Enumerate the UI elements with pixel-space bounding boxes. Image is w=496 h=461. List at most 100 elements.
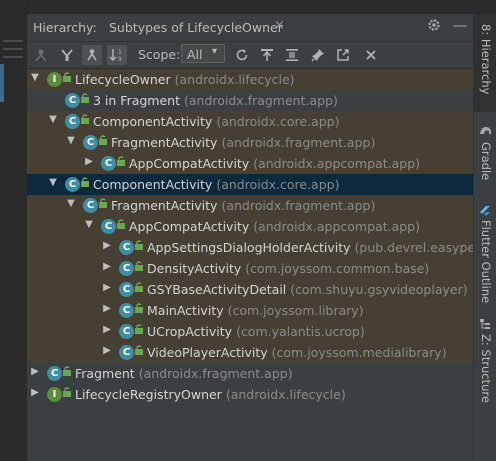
tab-structure[interactable]: Z: Structure [474, 314, 496, 414]
chevron-down-icon: ▾ [212, 46, 218, 57]
tree-row[interactable]: ▶ C DensityActivity (com.joyssom.common.ba… [27, 258, 473, 279]
package-name: (androidx.fragment.app) [183, 93, 338, 108]
class-name: ComponentActivity [93, 177, 213, 192]
tree-row[interactable]: ▼ C FragmentActivity (androidx.fragment.ap… [27, 132, 473, 153]
expand-arrow-icon[interactable]: ▼ [48, 177, 58, 188]
tab-flutter-label: Flutter Outline [479, 220, 493, 304]
gradle-icon [479, 124, 492, 138]
gutter-mark [3, 56, 23, 58]
minimize-icon[interactable]: — [453, 18, 467, 34]
tree-row[interactable]: ▼ C ComponentActivity (androidx.core.app) [27, 111, 473, 132]
collapse-arrow-icon[interactable]: ▶ [102, 282, 112, 293]
open-in-window-icon[interactable] [333, 45, 353, 65]
tab-gradle-label: Gradle [479, 142, 493, 181]
tree-row[interactable]: ▶ C AppSettingsDialogHolderActivity (pub.d… [27, 237, 496, 258]
public-lock-icon [135, 261, 143, 274]
tree-row[interactable]: ▼ C ComponentActivity (androidx.core.app) [27, 174, 473, 195]
tree-row[interactable]: ▶ C Fragment (androidx.fragment.app) [27, 363, 473, 384]
tree-row[interactable]: ▼ I LifecycleOwner (androidx.lifecycle) [27, 69, 473, 90]
class-icon: C [83, 135, 98, 150]
collapse-arrow-icon[interactable]: ▶ [30, 366, 40, 377]
package-name: (androidx.lifecycle) [174, 72, 295, 87]
gear-icon[interactable] [427, 18, 441, 36]
expand-arrow-icon[interactable]: ▼ [66, 198, 76, 209]
package-name: (androidx.fragment.app) [221, 198, 376, 213]
public-lock-icon [135, 240, 143, 253]
hierarchy-toolbar: 19 Scope: All ▾ [27, 42, 473, 69]
public-lock-icon [63, 72, 71, 85]
tab-close-icon[interactable]: × [274, 18, 285, 33]
class-name: ComponentActivity [93, 114, 213, 129]
tree-row[interactable]: ▼ C AppCompatActivity (androidx.appcompat.… [27, 216, 473, 237]
class-name: AppSettingsDialogHolderActivity [147, 240, 351, 255]
public-lock-icon [63, 366, 71, 379]
public-lock-icon [135, 345, 143, 358]
tree-item-label: AppCompatActivity (androidx.appcompat.ap… [129, 156, 420, 171]
tab-gradle[interactable]: Gradle [474, 122, 496, 200]
public-lock-icon [135, 303, 143, 316]
class-name: AppCompatActivity [129, 156, 250, 171]
tab-hierarchy-label: 8: Hierarchy [479, 24, 493, 95]
expand-all-icon[interactable] [257, 45, 277, 65]
tree-row[interactable]: ▶ C UCropActivity (com.yalantis.ucrop) [27, 321, 473, 342]
expand-arrow-icon[interactable]: ▼ [30, 72, 40, 83]
package-name: (androidx.appcompat.app) [253, 156, 420, 171]
public-lock-icon [135, 282, 143, 295]
close-icon[interactable] [361, 45, 381, 65]
interface-icon: I [47, 387, 62, 402]
tree-row[interactable]: ▶ C VideoPlayerActivity (com.joyssom.media… [27, 342, 473, 363]
class-icon: C [119, 303, 134, 318]
expand-arrow-icon[interactable]: ▼ [48, 114, 58, 125]
tree-item-label: 3 in Fragment (androidx.fragment.app) [93, 93, 338, 108]
class-icon: C [65, 93, 80, 108]
class-name: Fragment [75, 366, 135, 381]
class-icon: C [101, 156, 116, 171]
collapse-arrow-icon[interactable]: ▶ [30, 387, 40, 398]
expand-arrow-icon[interactable]: ▼ [66, 135, 76, 146]
public-lock-icon [81, 93, 89, 106]
tree-item-label: DensityActivity (com.joyssom.common.base… [147, 261, 429, 276]
tree-row[interactable]: ▶ C GSYBaseActivityDetail (com.shuyu.gsyvi… [27, 279, 473, 300]
class-icon: C [101, 219, 116, 234]
collapse-arrow-icon[interactable]: ▶ [102, 345, 112, 356]
supertypes-icon[interactable] [31, 45, 51, 65]
collapse-arrow-icon[interactable]: ▶ [102, 261, 112, 272]
svg-text:1: 1 [118, 49, 122, 56]
tree-row[interactable]: ▶ C MainActivity (com.joyssom.library) [27, 300, 473, 321]
public-lock-icon [63, 387, 71, 400]
tree-item-label: FragmentActivity (androidx.fragment.app) [111, 135, 375, 150]
tree-row[interactable]: ▼ C FragmentActivity (androidx.fragment.ap… [27, 195, 473, 216]
tree-item-label: AppCompatActivity (androidx.appcompat.ap… [129, 219, 420, 234]
tree-item-label: VideoPlayerActivity (com.joyssom.mediali… [147, 345, 447, 360]
class-name: MainActivity [147, 303, 224, 318]
tree-row[interactable]: ▶ I LifecycleRegistryOwner (androidx.lifec… [27, 384, 473, 405]
sort-alphabetically-icon[interactable]: 19 [107, 45, 127, 65]
class-hierarchy-icon[interactable] [82, 45, 102, 65]
tab-subtypes[interactable]: Subtypes of LifecycleOwner × [99, 14, 299, 41]
tree-row[interactable]: C 3 in Fragment (androidx.fragment.app) [27, 90, 473, 111]
public-lock-icon [99, 198, 107, 211]
panel-title: Hierarchy: [33, 20, 97, 35]
class-icon: C [119, 240, 134, 255]
scope-dropdown[interactable]: All ▾ [181, 44, 225, 63]
expand-arrow-icon[interactable]: ▼ [84, 219, 94, 230]
collapse-arrow-icon[interactable]: ▶ [84, 156, 94, 167]
collapse-arrow-icon[interactable]: ▶ [102, 324, 112, 335]
collapse-arrow-icon[interactable]: ▶ [102, 240, 112, 251]
tab-hierarchy[interactable]: 8: Hierarchy [474, 14, 496, 112]
pin-icon[interactable] [308, 45, 328, 65]
class-name: AppCompatActivity [129, 219, 250, 234]
public-lock-icon [135, 324, 143, 337]
tree-row[interactable]: ▶ C AppCompatActivity (androidx.appcompat.… [27, 153, 473, 174]
class-icon: C [119, 345, 134, 360]
tab-flutter-outline[interactable]: Flutter Outline [474, 204, 496, 324]
right-tool-strip: 8: Hierarchy Gradle Flutter Outline Z: S… [473, 14, 496, 461]
structure-icon [479, 318, 491, 333]
refresh-icon[interactable] [232, 45, 252, 65]
hierarchy-panel: Hierarchy: Subtypes of LifecycleOwner × … [27, 14, 496, 461]
subtypes-icon[interactable] [57, 45, 77, 65]
collapse-all-icon[interactable] [282, 45, 302, 65]
panel-titlebar: Hierarchy: Subtypes of LifecycleOwner × … [27, 14, 473, 42]
collapse-arrow-icon[interactable]: ▶ [102, 303, 112, 314]
class-name: LifecycleRegistryOwner [75, 387, 222, 402]
